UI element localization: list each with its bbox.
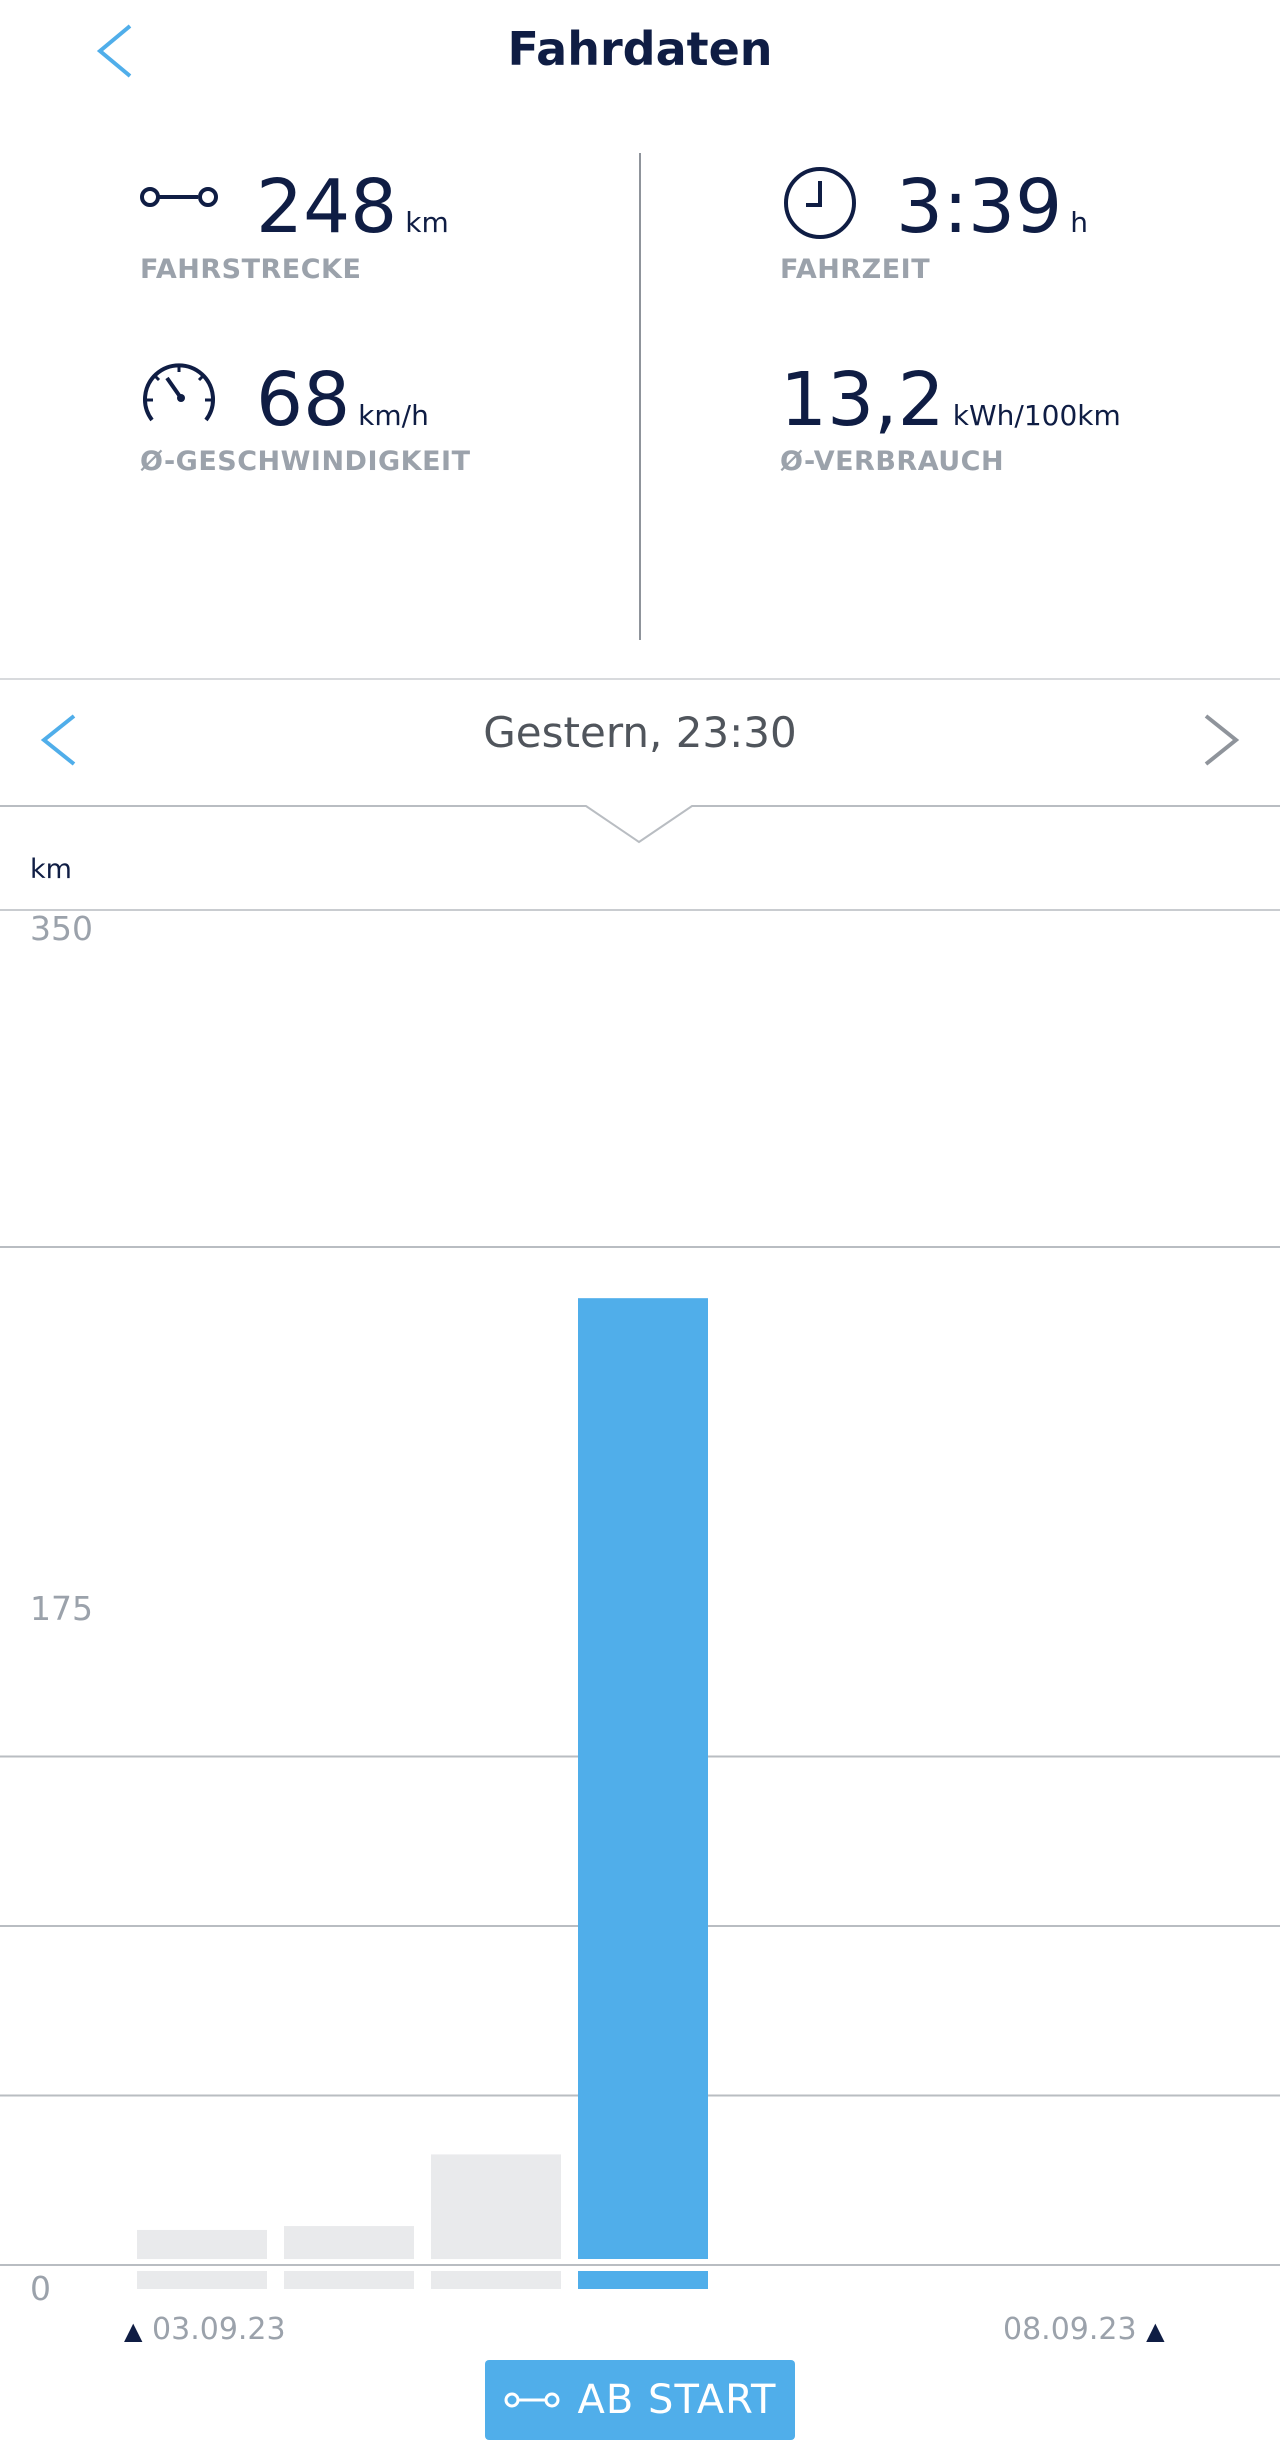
page-title: Fahrdaten bbox=[507, 22, 773, 76]
duration-value: 3:39 bbox=[896, 164, 1063, 250]
ab-start-label: AB START bbox=[577, 2377, 777, 2423]
chevron-right-icon bbox=[1204, 714, 1240, 766]
duration-label: FAHRZEIT bbox=[780, 254, 931, 285]
consumption-stat: 13,2 kWh/100km bbox=[780, 363, 1121, 437]
bar-baseline-marker bbox=[578, 2271, 708, 2289]
trip-nav-pointer-line bbox=[0, 805, 1280, 844]
end-date: 08.09.23 bbox=[1003, 2312, 1137, 2347]
consumption-unit: kWh/100km bbox=[952, 399, 1121, 432]
speed-stat: 68 km/h bbox=[256, 363, 429, 437]
y-tick-label: 350 bbox=[30, 909, 93, 948]
divider bbox=[0, 678, 1280, 680]
duration-unit: h bbox=[1070, 206, 1088, 239]
ab-start-button[interactable]: AB START bbox=[485, 2360, 795, 2440]
distance-stat: 248 km bbox=[256, 170, 449, 244]
clock-icon bbox=[782, 165, 858, 245]
next-trip-button[interactable] bbox=[1196, 710, 1246, 770]
x-axis-start-label: ▲ 03.09.23 bbox=[124, 2312, 286, 2347]
triangle-up-icon: ▲ bbox=[124, 2317, 143, 2345]
distance-bar-chart: 350 175 0 bbox=[0, 909, 1280, 2308]
triangle-up-icon: ▲ bbox=[1146, 2317, 1165, 2345]
speed-label: Ø-GESCHWINDIGKEIT bbox=[140, 446, 471, 477]
chart-unit-label: km bbox=[30, 854, 72, 885]
distance-unit: km bbox=[405, 206, 449, 239]
distance-value: 248 bbox=[256, 164, 398, 250]
speed-unit: km/h bbox=[358, 399, 429, 432]
bar bbox=[578, 1298, 708, 2259]
x-axis-end-label: 08.09.23 ▲ bbox=[1003, 2312, 1165, 2347]
consumption-value: 13,2 bbox=[780, 357, 945, 443]
bar-baseline-marker bbox=[431, 2271, 561, 2289]
bar bbox=[431, 2154, 561, 2259]
stats-divider bbox=[639, 153, 641, 640]
distance-label: FAHRSTRECKE bbox=[140, 254, 362, 285]
bar-baseline-marker bbox=[284, 2271, 414, 2289]
trip-time-label: Gestern, 23:30 bbox=[483, 708, 797, 757]
start-date: 03.09.23 bbox=[152, 2312, 286, 2347]
route-icon bbox=[504, 2392, 560, 2408]
bar bbox=[284, 2226, 414, 2259]
bar bbox=[137, 2229, 267, 2259]
speedometer-icon bbox=[140, 358, 218, 428]
duration-stat: 3:39 h bbox=[896, 170, 1088, 244]
y-tick-label: 175 bbox=[30, 1589, 93, 1628]
bar-baseline-marker bbox=[137, 2271, 267, 2289]
route-icon bbox=[140, 182, 220, 216]
consumption-label: Ø-VERBRAUCH bbox=[780, 446, 1005, 477]
speed-value: 68 bbox=[256, 357, 351, 443]
y-tick-label: 0 bbox=[30, 2269, 51, 2308]
